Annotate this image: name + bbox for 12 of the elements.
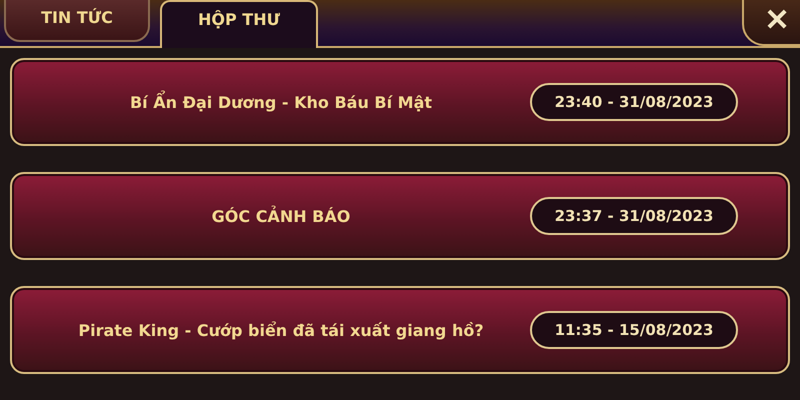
tab[interactable]: HỘP THƯ	[160, 0, 318, 48]
message-card[interactable]: GÓC CẢNH BÁO 23:37 - 31/08/2023	[10, 172, 790, 260]
message-card[interactable]: Pirate King - Cướp biển đã tái xuất giang hồ? 11:35 - 15/08/2023	[10, 286, 790, 374]
message-title: Pirate King - Cướp biển đã tái xuất giang hồ?	[77, 320, 485, 340]
message-title: Bí Ẩn Đại Dương - Kho Báu Bí Mật	[128, 92, 434, 112]
message-time: 23:40 - 31/08/2023	[530, 83, 738, 121]
message-title: GÓC CẢNH BÁO	[210, 206, 352, 226]
message-time: 23:37 - 31/08/2023	[530, 197, 738, 235]
message-card[interactable]: Bí Ẩn Đại Dương - Kho Báu Bí Mật 23:40 - 31/08/2023	[10, 58, 790, 146]
tab[interactable]: TIN TỨC	[4, 0, 150, 42]
message-time: 11:35 - 15/08/2023	[530, 311, 738, 349]
close-button[interactable]: ✕	[742, 0, 800, 46]
